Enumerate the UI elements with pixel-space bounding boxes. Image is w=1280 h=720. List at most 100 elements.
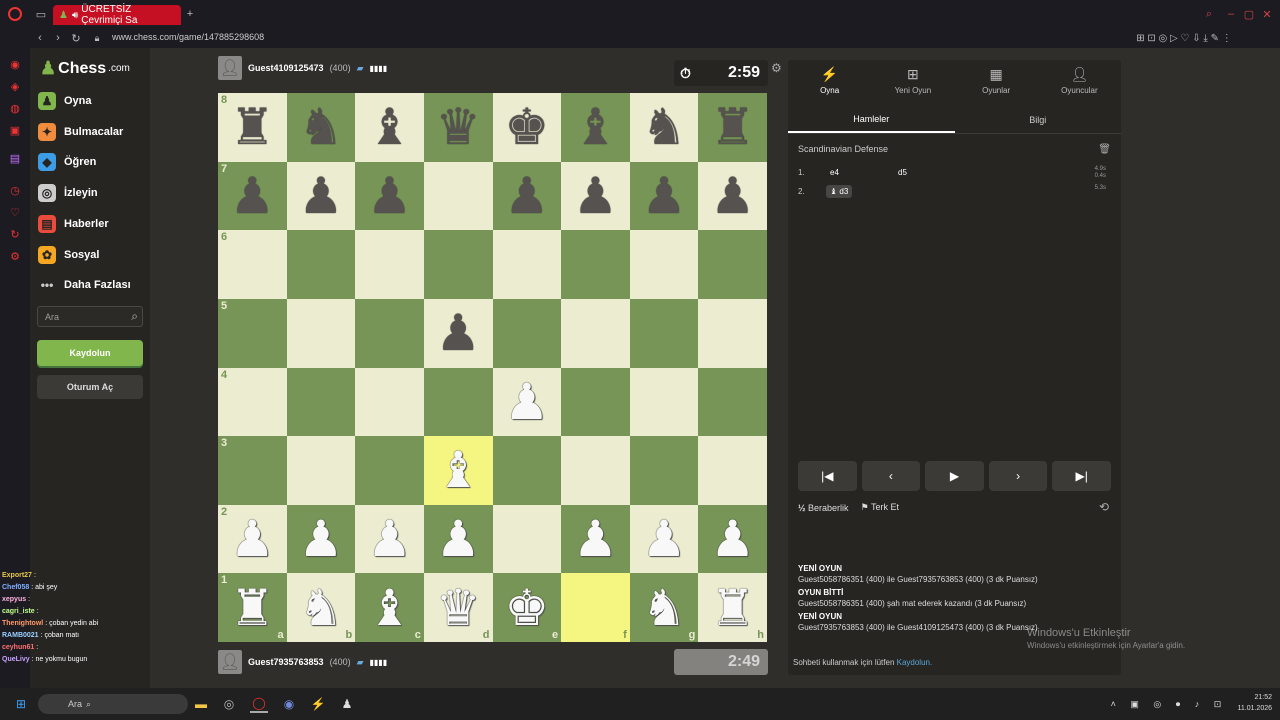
tab-moves[interactable]: Hamleler	[788, 106, 955, 133]
square-b7[interactable]: ♟	[286, 161, 356, 231]
black-knight-icon[interactable]: ♞	[299, 102, 344, 152]
square-f1[interactable]: f	[561, 573, 630, 642]
play-button[interactable]: ▶	[925, 461, 984, 491]
black-bishop-icon[interactable]: ♝	[367, 102, 412, 152]
square-g7[interactable]: ♟	[629, 161, 699, 231]
board-settings-gear-icon[interactable]: ⚙	[771, 61, 782, 75]
black-pawn-icon[interactable]: ♟	[504, 171, 549, 221]
white-knight-icon[interactable]: ♞	[299, 583, 344, 633]
white-bishop-icon[interactable]: ♝	[367, 583, 412, 633]
tab-overview-icon[interactable]: ▭	[34, 8, 48, 21]
white-pawn-icon[interactable]: ♟	[642, 514, 687, 564]
square-f6[interactable]	[561, 230, 630, 299]
last-move-button[interactable]: ▶|	[1052, 461, 1111, 491]
square-c3[interactable]	[355, 436, 424, 505]
black-pawn-icon[interactable]: ♟	[710, 171, 755, 221]
white-pawn-icon[interactable]: ♟	[504, 377, 549, 427]
square-a7[interactable]: 7 ♟	[218, 161, 287, 231]
chess-app-icon[interactable]: ♟	[338, 695, 356, 713]
black-rook-icon[interactable]: ♜	[230, 102, 275, 152]
square-f4[interactable]	[561, 367, 630, 437]
square-b1[interactable]: b ♞	[286, 573, 356, 642]
square-d1[interactable]: d ♛	[423, 573, 493, 642]
black-pawn-icon[interactable]: ♟	[573, 171, 618, 221]
browser-tab-active[interactable]: ♟ 🔊︎ ÜCRETSİZ Çevrimiçi Sa	[53, 4, 181, 26]
square-g2[interactable]: ♟	[629, 504, 699, 574]
square-a6[interactable]: 6	[218, 230, 287, 299]
square-e2[interactable]	[492, 504, 562, 574]
square-c4[interactable]	[355, 367, 424, 437]
opera-taskbar-icon[interactable]: ◯	[250, 695, 268, 713]
white-pawn-icon[interactable]: ♟	[573, 514, 618, 564]
square-g4[interactable]	[629, 367, 699, 437]
square-g3[interactable]	[629, 436, 699, 505]
square-f2[interactable]: ♟	[561, 504, 630, 574]
forward-icon[interactable]: ›	[52, 31, 64, 45]
opera-icon[interactable]	[8, 7, 22, 21]
avatar[interactable]: 👤︎	[218, 650, 242, 674]
resign-button[interactable]: ⚑ Terk Et	[861, 502, 899, 513]
square-b5[interactable]	[286, 298, 356, 368]
square-g5[interactable]	[629, 298, 699, 368]
white-pawn-icon[interactable]: ♟	[367, 514, 412, 564]
sidebar-icon-twitch[interactable]: ▤	[9, 152, 21, 165]
sidebar-icon-downloads[interactable]: ↻	[9, 228, 21, 241]
square-d5[interactable]: ♟	[423, 298, 493, 368]
white-bishop-icon[interactable]: ♝	[436, 445, 481, 495]
sidebar-item-2[interactable]: ◆ Öğren	[38, 151, 96, 173]
square-f7[interactable]: ♟	[561, 161, 630, 231]
new-tab-icon[interactable]: +	[184, 8, 196, 20]
sidebar-icon-bookmarks[interactable]: ♡	[9, 206, 21, 219]
file-explorer-icon[interactable]: ▬	[192, 695, 210, 713]
move-white-selected[interactable]: ♝ d3	[826, 185, 853, 198]
black-king-icon[interactable]: ♚	[504, 102, 549, 152]
back-icon[interactable]: ‹	[34, 31, 46, 45]
tab-players[interactable]: 👤︎ Oyuncular	[1038, 60, 1121, 100]
chess-board[interactable]: 8 ♜ ♞ ♝ ♛ ♚ ♝ ♞ ♜ 7 ♟ ♟ ♟ ♟ ♟ ♟ ♟ 6 5 ♟ 4 ♟ 3 ♝ 2 ♟ ♟ ♟ ♟ ♟ ♟ ♟ 1 a ♜ b ♞ c ♝ d…	[218, 93, 767, 642]
white-pawn-icon[interactable]: ♟	[710, 514, 755, 564]
tab-info[interactable]: Bilgi	[955, 106, 1122, 133]
square-h5[interactable]	[698, 298, 767, 368]
taskbar-clock[interactable]: 21:52 11.01.2026	[1237, 692, 1272, 714]
speaker-icon[interactable]: 🔊︎	[72, 10, 78, 21]
reload-icon[interactable]: ↻	[70, 31, 82, 45]
square-c6[interactable]	[355, 230, 424, 299]
square-g6[interactable]	[629, 230, 699, 299]
square-c7[interactable]: ♟	[355, 161, 424, 231]
square-b8[interactable]: ♞	[286, 93, 356, 162]
sidebar-icon-history[interactable]: ◷	[9, 184, 21, 197]
square-d7[interactable]	[423, 161, 493, 231]
draw-button[interactable]: ½ Beraberlik	[798, 503, 849, 513]
move-white[interactable]: e4	[830, 168, 839, 177]
windows-start-icon[interactable]: ⊞	[12, 695, 30, 713]
square-h4[interactable]	[698, 367, 767, 437]
first-move-button[interactable]: |◀	[798, 461, 857, 491]
sidebar-search-input[interactable]: Ara ⌕	[37, 306, 143, 327]
sidebar-icon-settings[interactable]: ⚙	[9, 250, 21, 263]
opening-name[interactable]: Scandinavian Defense	[798, 144, 888, 154]
maximize-icon[interactable]: ▢	[1242, 8, 1256, 21]
square-c2[interactable]: ♟	[355, 504, 424, 574]
discord-icon[interactable]: ◉	[280, 695, 298, 713]
black-rook-icon[interactable]: ♜	[710, 102, 755, 152]
square-e8[interactable]: ♚	[492, 93, 562, 162]
white-king-icon[interactable]: ♚	[504, 583, 549, 633]
window-search-icon[interactable]: ⌕	[1202, 8, 1216, 20]
black-pawn-icon[interactable]: ♟	[436, 308, 481, 358]
sidebar-item-3[interactable]: ◎ İzleyin	[38, 182, 98, 204]
square-b4[interactable]	[286, 367, 356, 437]
square-e4[interactable]: ♟	[492, 367, 562, 437]
sidebar-icon-instagram[interactable]: ▣	[9, 124, 21, 137]
square-a4[interactable]: 4	[218, 367, 287, 437]
black-pawn-icon[interactable]: ♟	[367, 171, 412, 221]
black-pawn-icon[interactable]: ♟	[642, 171, 687, 221]
square-a3[interactable]: 3	[218, 436, 287, 505]
trash-icon[interactable]: 🗑︎	[1098, 144, 1111, 155]
app-icon[interactable]: ⚡	[309, 695, 327, 713]
black-pawn-icon[interactable]: ♟	[230, 171, 275, 221]
square-h3[interactable]	[698, 436, 767, 505]
sidebar-item-4[interactable]: ▤ Haberler	[38, 213, 109, 235]
square-h1[interactable]: h ♜	[698, 573, 767, 642]
white-rook-icon[interactable]: ♜	[230, 583, 275, 633]
chat-signup-link[interactable]: Kaydolun.	[897, 658, 933, 667]
